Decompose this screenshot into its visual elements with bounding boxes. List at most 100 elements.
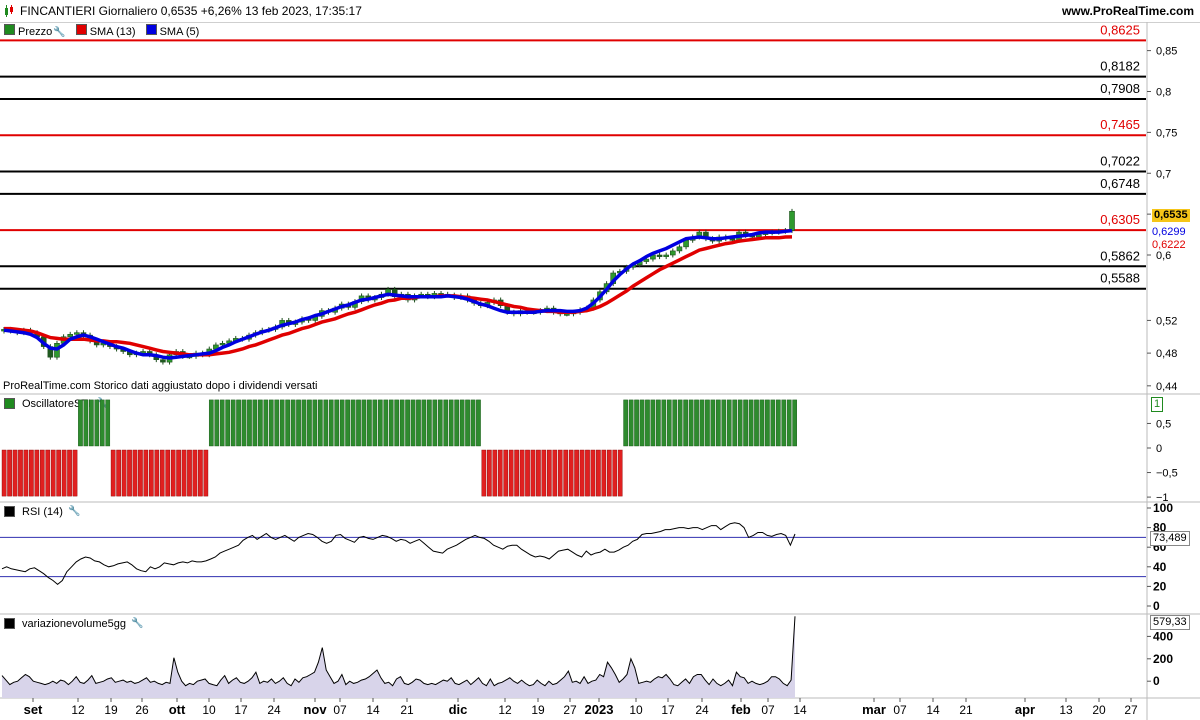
- oscillator-bar: [121, 449, 127, 497]
- oscillator-bar: [465, 399, 470, 447]
- y-tick-label: 0,44: [1156, 381, 1177, 393]
- x-tick-label: dic: [449, 702, 468, 717]
- oscillator-bar: [138, 449, 143, 497]
- oscillator-bar: [67, 449, 72, 497]
- oscillator-bar: [285, 399, 290, 447]
- oscillator-bar: [394, 399, 399, 447]
- oscillator-bar: [94, 399, 100, 447]
- oscillator-bar: [18, 449, 23, 497]
- x-tick-label: 19: [531, 703, 545, 717]
- oscillator-bar: [705, 399, 710, 447]
- level-label: 0,5862: [1100, 248, 1140, 263]
- oscillator-bar: [159, 449, 165, 497]
- oscillator-value-tag: 1: [1151, 397, 1164, 412]
- x-tick-label: 21: [400, 703, 414, 717]
- oscillator-bar: [356, 399, 361, 447]
- oscillator-bar: [132, 449, 138, 497]
- level-label: 0,8182: [1100, 59, 1140, 74]
- oscillator-bar: [552, 449, 558, 497]
- oscillator-bar: [601, 449, 607, 497]
- oscillator-bar: [726, 399, 732, 447]
- oscillator-bar: [596, 449, 601, 497]
- x-tick-label: 17: [234, 703, 248, 717]
- oscillator-bar: [606, 449, 612, 497]
- oscillator-bar: [410, 399, 416, 447]
- oscillator-bar: [699, 399, 705, 447]
- y-tick-label: 400: [1153, 629, 1173, 643]
- level-label: 0,6305: [1100, 212, 1140, 227]
- oscillator-bar: [503, 449, 509, 497]
- oscillator-bar: [192, 449, 198, 497]
- oscillator-bar: [198, 449, 203, 497]
- x-tick-label: 07: [333, 703, 347, 717]
- y-tick-label: 0,48: [1156, 348, 1177, 360]
- y-tick-label: 0,8: [1156, 86, 1171, 98]
- oscillator-bar: [72, 449, 78, 497]
- oscillator-bar: [350, 399, 356, 447]
- oscillator-bar: [29, 449, 34, 497]
- oscillator-bar: [323, 399, 329, 447]
- oscillator-bar: [154, 449, 160, 497]
- oscillator-bar: [230, 399, 236, 447]
- x-tick-label: 19: [104, 703, 118, 717]
- oscillator-bar: [634, 399, 639, 447]
- oscillator-bar: [716, 399, 721, 447]
- oscillator-bar: [312, 399, 318, 447]
- sma5-value-tag: 0,6299: [1152, 226, 1186, 238]
- x-tick-label: mar: [862, 702, 886, 717]
- x-tick-label: 20: [1092, 703, 1106, 717]
- last-price-tag: 0,6535: [1152, 209, 1190, 222]
- oscillator-bar: [214, 399, 220, 447]
- oscillator-bar: [279, 399, 285, 447]
- level-label: 0,6748: [1100, 176, 1140, 191]
- oscillator-bar: [247, 399, 252, 447]
- oscillator-bar: [432, 399, 438, 447]
- oscillator-bar: [519, 449, 525, 497]
- oscillator-bar: [677, 399, 683, 447]
- oscillator-bar: [737, 399, 743, 447]
- candle: [789, 210, 795, 231]
- oscillator-bar: [318, 399, 323, 447]
- y-tick-label: 0,7: [1156, 168, 1171, 180]
- oscillator-bar: [388, 399, 394, 447]
- oscillator-bar: [427, 399, 432, 447]
- oscillator-bar: [683, 399, 688, 447]
- candle: [656, 254, 663, 257]
- x-tick-label: apr: [1015, 702, 1035, 717]
- oscillator-bar: [525, 449, 530, 497]
- x-tick-label: 27: [1124, 703, 1138, 717]
- oscillator-bar: [116, 449, 121, 497]
- sma13-value-tag: 0,6222: [1152, 239, 1186, 251]
- level-label: 0,7465: [1100, 117, 1140, 132]
- oscillator-bar: [770, 399, 776, 447]
- oscillator-bar: [290, 399, 296, 447]
- y-tick-label: 0,5: [1156, 418, 1171, 430]
- oscillator-bar: [492, 449, 498, 497]
- oscillator-bar: [23, 449, 29, 497]
- oscillator-bar: [710, 399, 716, 447]
- oscillator-bar: [181, 449, 187, 497]
- oscillator-bar: [514, 449, 519, 497]
- x-tick-label: 12: [498, 703, 512, 717]
- oscillator-bar: [372, 399, 378, 447]
- oscillator-bar: [252, 399, 258, 447]
- sma5-line: [3, 228, 793, 360]
- oscillator-bar: [775, 399, 781, 447]
- y-tick-label: 0,52: [1156, 315, 1177, 327]
- chart-canvas[interactable]: 0,8625 0,8182 0,7908 0,7465 0,7022 0,6748 0,63…: [0, 0, 1200, 720]
- oscillator-bar: [666, 399, 672, 447]
- oscillator-bar: [258, 399, 263, 447]
- oscillator-bar: [34, 449, 40, 497]
- oscillator-bar: [765, 399, 770, 447]
- rsi-line: [1, 522, 796, 586]
- oscillator-bar: [628, 399, 634, 447]
- oscillator-bar: [377, 399, 383, 447]
- oscillator-bar: [786, 399, 792, 447]
- oscillator-bar: [470, 399, 476, 447]
- x-tick-label: 24: [695, 703, 709, 717]
- oscillator-bar: [672, 399, 678, 447]
- oscillator-bar: [7, 449, 12, 497]
- x-tick-label: nov: [303, 702, 327, 717]
- oscillator-bar: [50, 449, 56, 497]
- oscillator-bar: [105, 399, 111, 447]
